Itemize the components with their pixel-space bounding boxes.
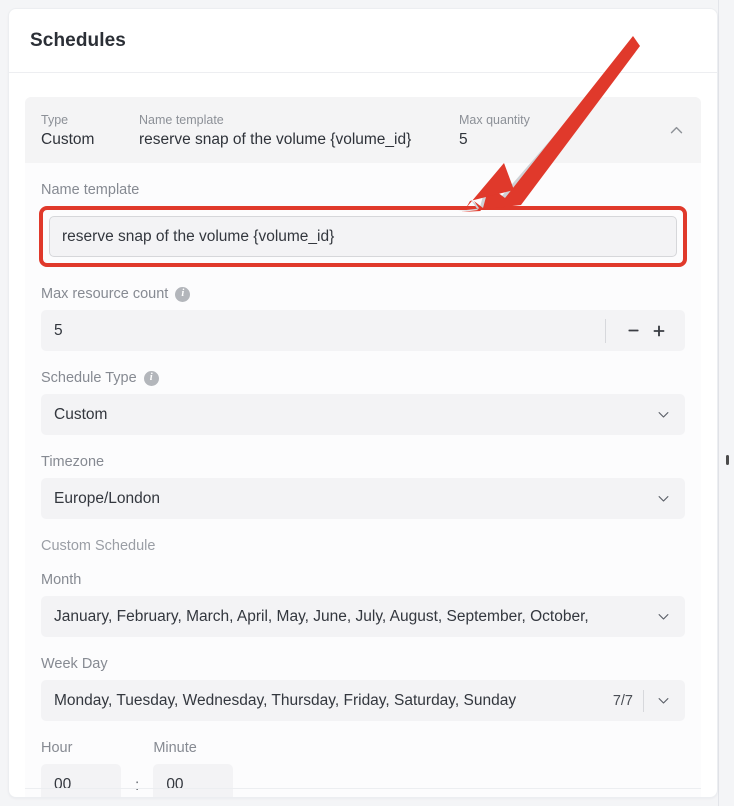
max-resource-count-stepper[interactable]: 5 — [41, 310, 685, 351]
summary-name-value: reserve snap of the volume {volume_id} — [139, 131, 412, 148]
week-day-select[interactable]: Monday, Tuesday, Wednesday, Thursday, Fr… — [41, 680, 685, 721]
minute-input[interactable]: 00 — [153, 764, 234, 797]
summary-name-template: Name template reserve snap of the volume… — [139, 111, 459, 151]
page-scrollbar-thumb[interactable] — [726, 455, 729, 465]
max-resource-count-value: 5 — [54, 321, 63, 339]
page-title: Schedules — [30, 29, 126, 51]
card-header: Schedules — [9, 9, 717, 73]
schedule-accordion: Type Custom Name template reserve snap o… — [25, 97, 701, 797]
chevron-down-icon — [654, 490, 672, 508]
hour-input[interactable]: 00 — [41, 764, 121, 797]
name-template-input[interactable]: reserve snap of the volume {volume_id} — [49, 216, 677, 257]
summary-type: Type Custom — [41, 111, 139, 151]
hour-value: 00 — [54, 775, 72, 793]
field-max-resource-count: Max resource count i 5 — [41, 285, 685, 351]
summary-name-label: Name template — [139, 113, 224, 127]
collapse-schedule-button[interactable] — [661, 115, 691, 145]
field-name-template: Name template reserve snap of the volume… — [39, 181, 687, 267]
week-day-label: Week Day — [41, 656, 108, 672]
schedule-type-select[interactable]: Custom — [41, 394, 685, 435]
chevron-down-icon — [654, 608, 672, 626]
field-month: Month January, February, March, April, M… — [41, 571, 685, 637]
week-day-value: Monday, Tuesday, Wednesday, Thursday, Fr… — [54, 691, 517, 709]
increment-button[interactable] — [646, 318, 672, 344]
week-day-divider — [643, 689, 644, 712]
info-icon[interactable]: i — [175, 286, 191, 302]
timezone-value: Europe/London — [54, 489, 161, 507]
custom-schedule-heading: Custom Schedule — [41, 538, 156, 554]
month-select[interactable]: January, February, March, April, May, Ju… — [41, 596, 685, 637]
field-timezone: Timezone Europe/London — [41, 453, 685, 519]
name-template-label: Name template — [41, 182, 140, 198]
chevron-down-icon — [654, 692, 672, 710]
field-hour: Hour 00 — [41, 739, 121, 797]
summary-type-value: Custom — [41, 131, 95, 148]
field-schedule-type: Schedule Type i Custom — [41, 369, 685, 435]
name-template-highlight: reserve snap of the volume {volume_id} — [39, 206, 687, 267]
minute-label: Minute — [153, 740, 197, 756]
hour-label: Hour — [41, 740, 73, 756]
stepper-controls — [605, 311, 672, 350]
decrement-button[interactable] — [620, 318, 646, 344]
name-template-value: reserve snap of the volume {volume_id} — [62, 227, 335, 245]
schedule-type-value: Custom — [54, 405, 108, 423]
stepper-divider — [605, 318, 606, 343]
summary-qty-value: 5 — [459, 131, 468, 148]
chevron-up-icon — [670, 126, 682, 133]
plus-icon — [653, 325, 665, 336]
timezone-label: Timezone — [41, 454, 105, 470]
max-resource-count-label: Max resource count i — [41, 285, 685, 303]
field-time: Hour 00 : Minute 00 — [41, 739, 685, 797]
summary-max-quantity: Max quantity 5 — [459, 111, 685, 151]
minute-value: 00 — [166, 775, 184, 793]
timezone-select[interactable]: Europe/London — [41, 478, 685, 519]
week-day-count-badge: 7/7 — [612, 692, 633, 709]
page-scrollbar-track[interactable] — [718, 0, 734, 806]
card-body: Type Custom Name template reserve snap o… — [9, 73, 717, 797]
field-minute: Minute 00 — [153, 739, 234, 797]
schedule-form: Name template reserve snap of the volume… — [25, 163, 701, 797]
field-week-day: Week Day Monday, Tuesday, Wednesday, Thu… — [41, 655, 685, 721]
chevron-down-icon — [654, 406, 672, 424]
info-icon[interactable]: i — [143, 370, 159, 386]
month-label: Month — [41, 572, 82, 588]
month-value: January, February, March, April, May, Ju… — [54, 607, 589, 625]
schedule-type-label: Schedule Type i — [41, 369, 685, 387]
screen-root: Schedules Type Custom Name template rese… — [0, 0, 734, 806]
schedule-summary-row[interactable]: Type Custom Name template reserve snap o… — [25, 97, 701, 163]
schedules-card: Schedules Type Custom Name template rese… — [8, 8, 718, 798]
summary-qty-label: Max quantity — [459, 113, 530, 127]
minus-icon — [628, 329, 638, 332]
bottom-divider — [25, 788, 701, 789]
summary-type-label: Type — [41, 113, 69, 127]
page-gutter-left — [0, 0, 8, 806]
